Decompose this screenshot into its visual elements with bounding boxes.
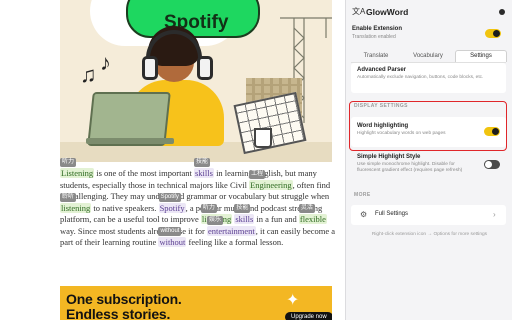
text-segment: way. Since most students already use it … (60, 225, 207, 236)
app-title: GlowWord (366, 7, 409, 17)
translation-badge: 聆听 (60, 192, 77, 202)
upgrade-button[interactable]: Upgrade now (285, 312, 332, 320)
full-settings-button[interactable]: ⚙ Full Settings › (351, 205, 506, 225)
highlighted-word[interactable]: without without (158, 227, 187, 248)
translation-badge: 娱乐 (207, 215, 224, 225)
spotify-ad-banner[interactable]: One subscription. Endless stories. ✦ Upg… (60, 286, 332, 320)
music-note-icon: ♪ (100, 50, 111, 75)
ad-headline-line2: Endless stories. (66, 306, 171, 320)
advanced-parser-desc: Automatically exclude navigation, button… (357, 75, 484, 80)
text-segment: in a fun and (254, 214, 299, 225)
highlighted-word[interactable]: 技能 skills (193, 158, 214, 178)
extension-popup: 文A GlowWord Enable Extension Translation… (345, 0, 512, 320)
gear-icon: ⚙ (360, 210, 368, 219)
highlighted-word[interactable]: 工程 Engineering (249, 169, 293, 190)
highlighted-word[interactable]: 技能 skills (234, 204, 255, 225)
translation-badge: 灵活 (298, 204, 315, 214)
focus-outline (349, 101, 507, 151)
headphone-ear-right (197, 56, 213, 80)
enable-extension-toggle[interactable] (485, 29, 501, 38)
translation-badge: 听力 (200, 204, 217, 214)
word-text: Spotify (159, 202, 185, 213)
tab-vocabulary[interactable]: Vocabulary (403, 50, 453, 62)
advanced-parser-card: Advanced Parser Automatically exclude na… (351, 63, 506, 93)
tab-translate[interactable]: Translate (351, 50, 401, 62)
translation-badge: 技能 (193, 158, 210, 167)
highlighted-word[interactable]: 聆听 listening (60, 192, 92, 213)
highlighted-word[interactable]: Spotify Spotify (158, 192, 186, 213)
advanced-parser-title: Advanced Parser (357, 67, 407, 73)
word-text: skills (235, 214, 254, 225)
music-note-icon: ♫ (80, 62, 97, 87)
laptop-base (86, 138, 174, 144)
translation-badge: without (158, 227, 182, 237)
article-page: Spotify ♪ ♫ 听力 Listening is one of the mo… (0, 0, 345, 320)
enable-extension-row: Enable Extension Translation enabled (352, 26, 502, 46)
headphone-ear-left (142, 56, 158, 80)
word-text: entertainment (208, 225, 255, 236)
translation-badge: Spotify (158, 192, 181, 202)
ad-headline-line1: One subscription. (66, 291, 182, 307)
highlighted-word[interactable]: 听力 Listening (60, 158, 95, 178)
word-text: skills (194, 168, 213, 178)
translation-badge: 技能 (234, 204, 251, 214)
simple-highlight-desc: Use simple monochrome highlight. Disable… (357, 162, 463, 173)
chevron-right-icon: › (493, 210, 496, 219)
translation-badge: 听力 (60, 158, 77, 167)
mug-icon (254, 128, 272, 148)
highlighted-word[interactable]: 灵活 flexible (298, 204, 327, 225)
word-text: listening (61, 202, 91, 213)
more-heading: MORE (354, 192, 371, 198)
word-text: Listening (61, 168, 94, 178)
highlighted-word[interactable]: 娱乐 entertainment (207, 215, 256, 236)
article-illustration: Spotify ♪ ♫ (60, 0, 332, 162)
tab-settings[interactable]: Settings (455, 50, 507, 62)
word-text: Engineering (250, 179, 292, 190)
simple-highlight-title: Simple Highlight Style (357, 154, 421, 160)
simple-highlight-card: Simple Highlight Style Use simple monoch… (351, 152, 506, 182)
text-segment: feeling like a formal lesson. (186, 237, 284, 248)
status-dot-icon (499, 9, 505, 15)
enable-label: Enable Extension (352, 26, 403, 32)
popup-header: 文A GlowWord (352, 5, 507, 19)
sparkle-icon: ✦ (286, 292, 300, 309)
word-text: without (159, 237, 186, 248)
text-segment: to native speakers. (91, 202, 159, 213)
footer-hint: Right-click extension icon → Options for… (371, 232, 488, 237)
full-settings-label: Full Settings (375, 211, 409, 217)
translate-logo-icon: 文A (352, 7, 366, 16)
article-paragraph: 听力 Listening is one of the most important… (60, 158, 336, 249)
text-segment: is one of the most important (94, 168, 194, 178)
enable-sublabel: Translation enabled (352, 34, 396, 40)
translation-badge: 工程 (249, 169, 266, 179)
tab-bar: Translate Vocabulary Settings (351, 50, 507, 63)
word-text: flexible (299, 214, 326, 225)
simple-highlight-toggle[interactable] (484, 160, 500, 169)
